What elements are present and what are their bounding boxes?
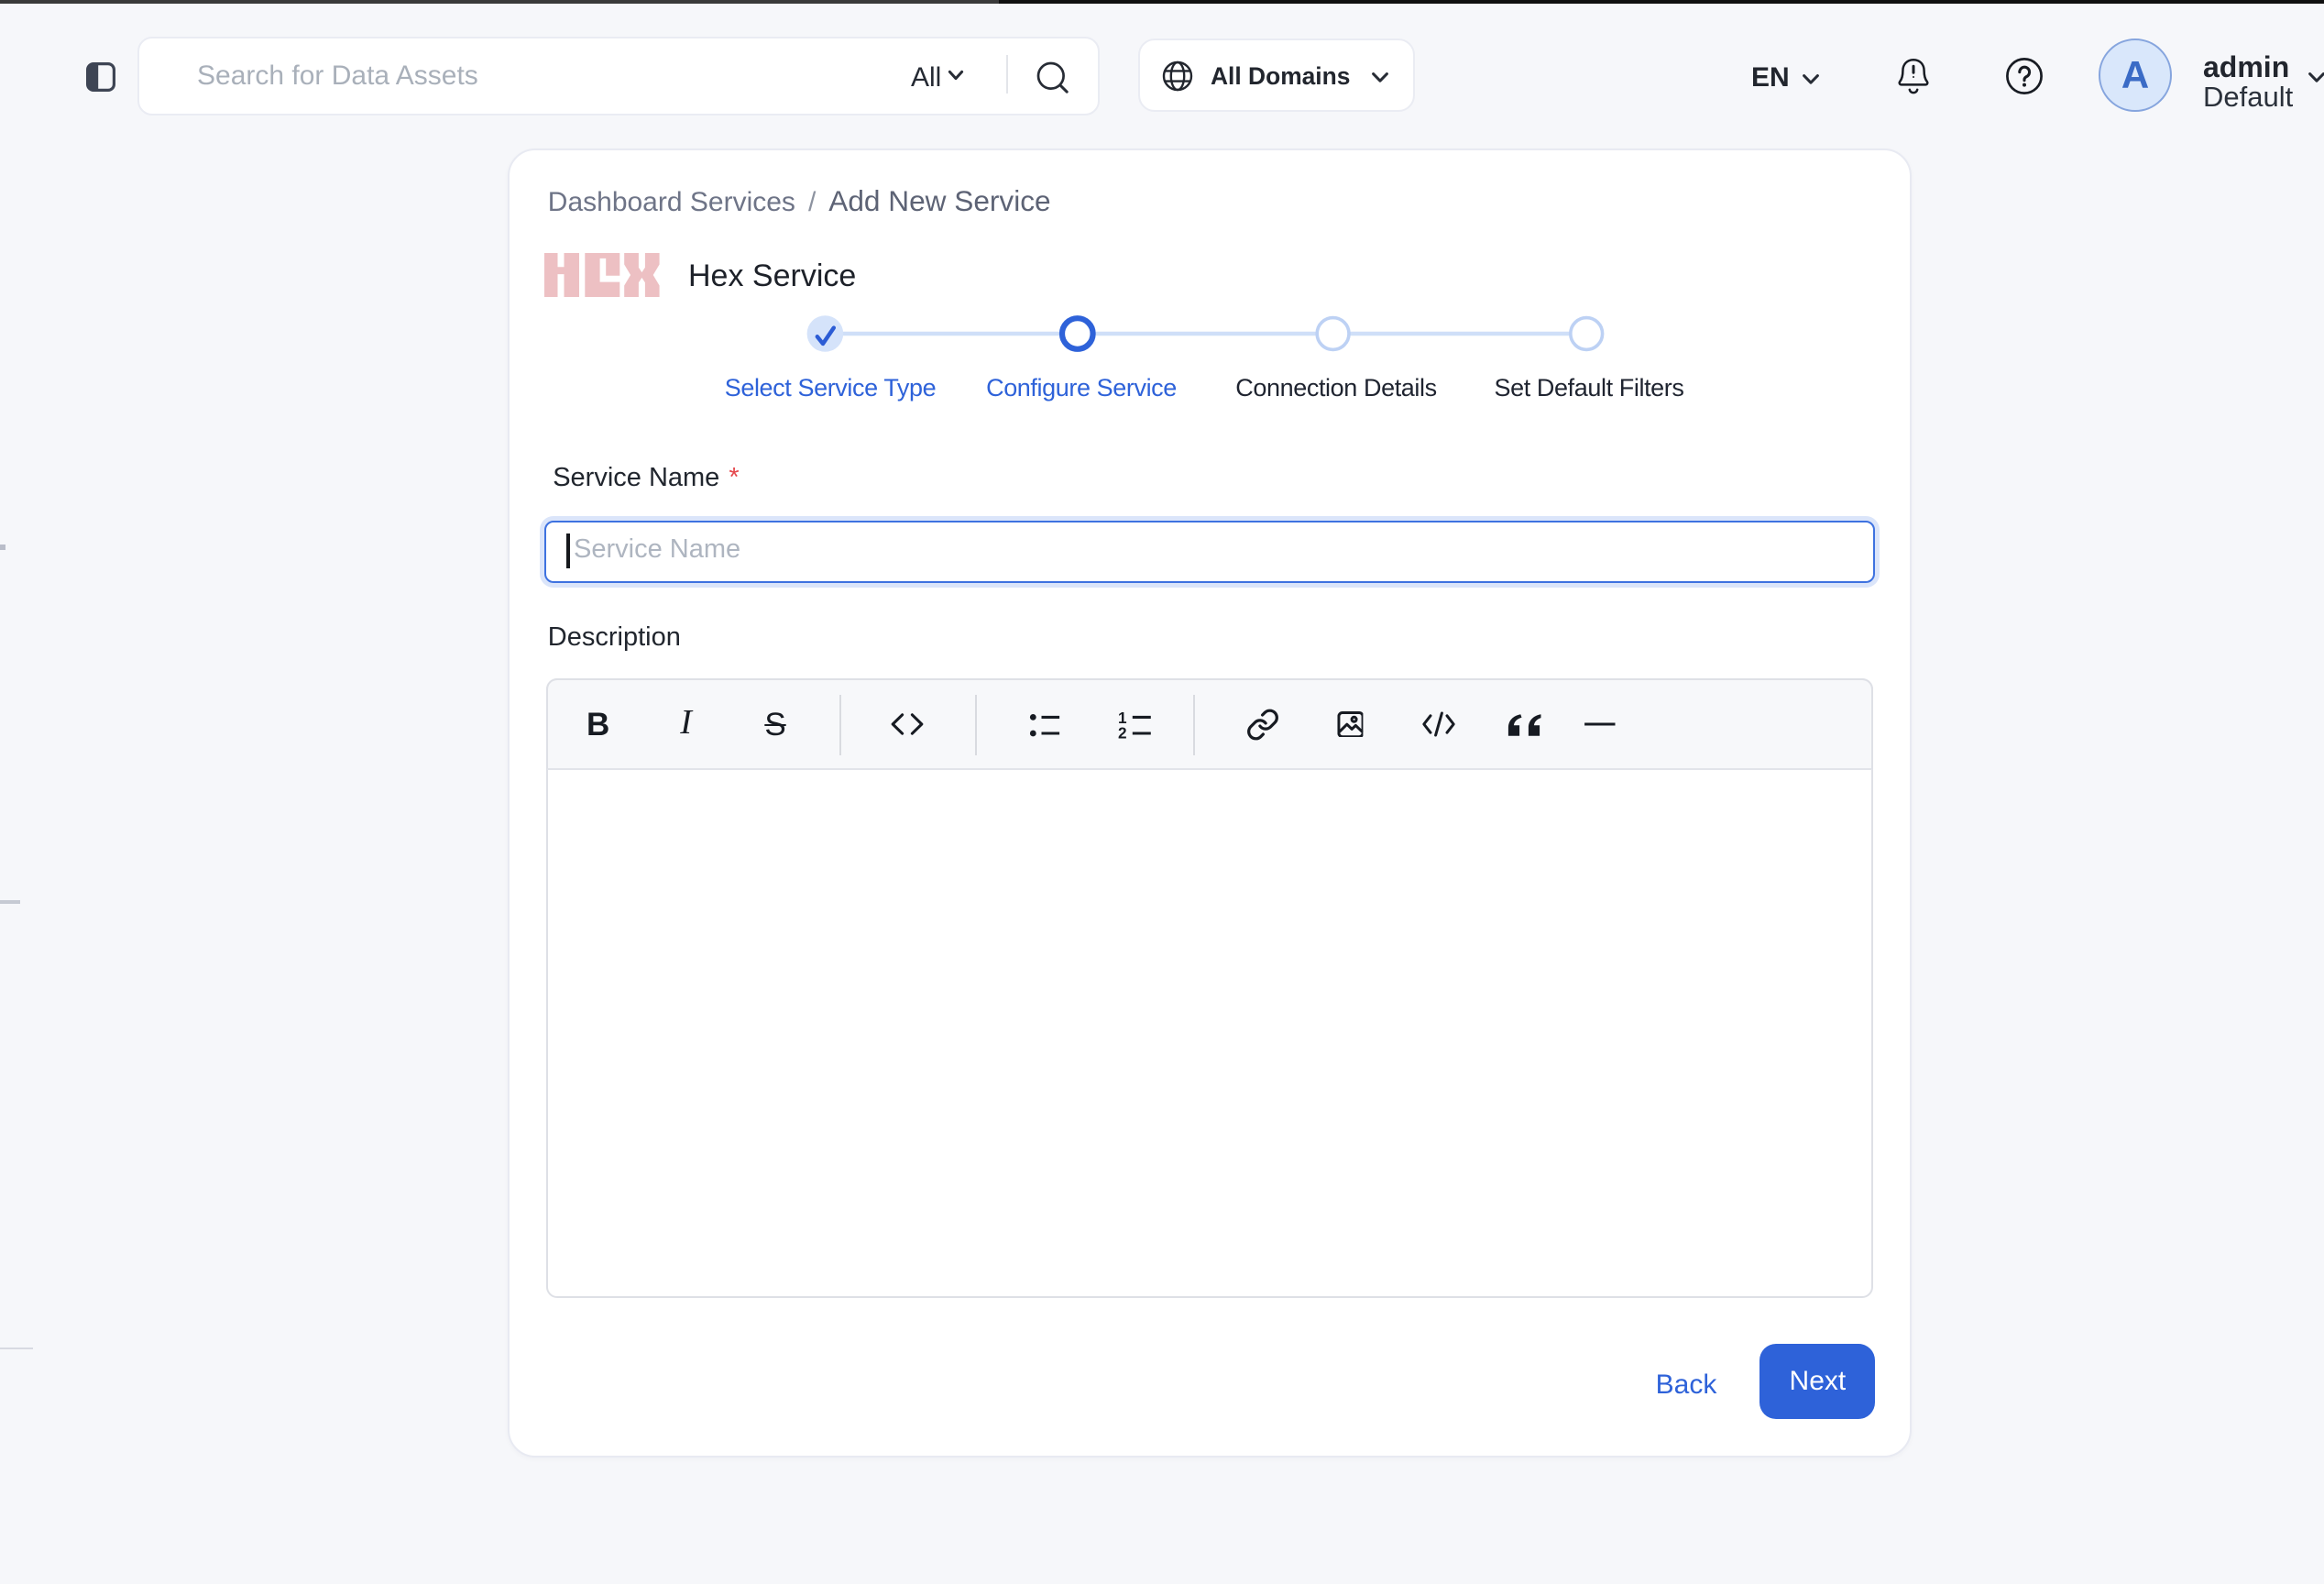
svg-text:2: 2: [1117, 723, 1126, 738]
